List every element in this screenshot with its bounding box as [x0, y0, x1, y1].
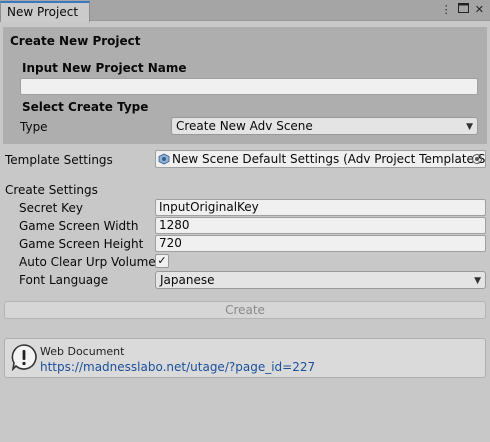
auto-clear-urp-checkbox[interactable]: ✓ [155, 254, 169, 268]
tab-new-project[interactable]: New Project [0, 1, 90, 22]
checkmark-icon: ✓ [157, 254, 167, 267]
project-name-input[interactable] [20, 78, 478, 95]
panel-heading: Create New Project [10, 34, 141, 48]
game-screen-height-input[interactable]: 720 [155, 235, 486, 252]
font-language-label: Font Language [19, 273, 109, 287]
tab-title: New Project [7, 5, 79, 19]
game-screen-width-input[interactable]: 1280 [155, 217, 486, 234]
create-type-heading: Select Create Type [22, 100, 149, 114]
project-name-label: Input New Project Name [22, 61, 187, 75]
type-label: Type [20, 120, 48, 134]
secret-key-label: Secret Key [19, 201, 83, 215]
chevron-down-icon: ▼ [466, 122, 473, 132]
web-document-title: Web Document [40, 345, 125, 358]
type-dropdown[interactable]: Create New Adv Scene ▼ [171, 117, 478, 135]
info-exclamation-icon [11, 344, 37, 371]
game-screen-width-label: Game Screen Width [19, 219, 139, 233]
create-settings-heading: Create Settings [5, 183, 98, 197]
kebab-menu-icon[interactable]: ⋮ [441, 3, 452, 17]
template-settings-field[interactable]: New Scene Default Settings (Adv Project … [155, 150, 486, 168]
template-settings-label: Template Settings [5, 153, 113, 167]
object-picker-icon[interactable] [472, 154, 482, 164]
game-screen-height-label: Game Screen Height [19, 237, 144, 251]
auto-clear-urp-label: Auto Clear Urp Volumes [19, 255, 162, 269]
secret-key-input[interactable]: InputOriginalKey [155, 199, 486, 216]
font-language-value: Japanese [160, 273, 215, 287]
font-language-dropdown[interactable]: Japanese ▼ [155, 271, 486, 289]
template-settings-value: New Scene Default Settings (Adv Project … [172, 152, 486, 166]
maximize-icon[interactable] [457, 3, 469, 17]
window-controls: ⋮ ✕ [441, 3, 484, 17]
close-icon[interactable]: ✕ [475, 3, 484, 17]
chevron-down-icon: ▼ [474, 276, 481, 286]
scriptable-object-icon [158, 153, 170, 165]
web-document-link[interactable]: https://madnesslabo.net/utage/?page_id=2… [40, 360, 315, 374]
window-tab-bar: New Project ⋮ ✕ [0, 0, 490, 22]
web-document-helpbox: Web Document https://madnesslabo.net/uta… [4, 338, 486, 378]
type-dropdown-value: Create New Adv Scene [176, 119, 313, 133]
create-button[interactable]: Create [4, 301, 486, 319]
